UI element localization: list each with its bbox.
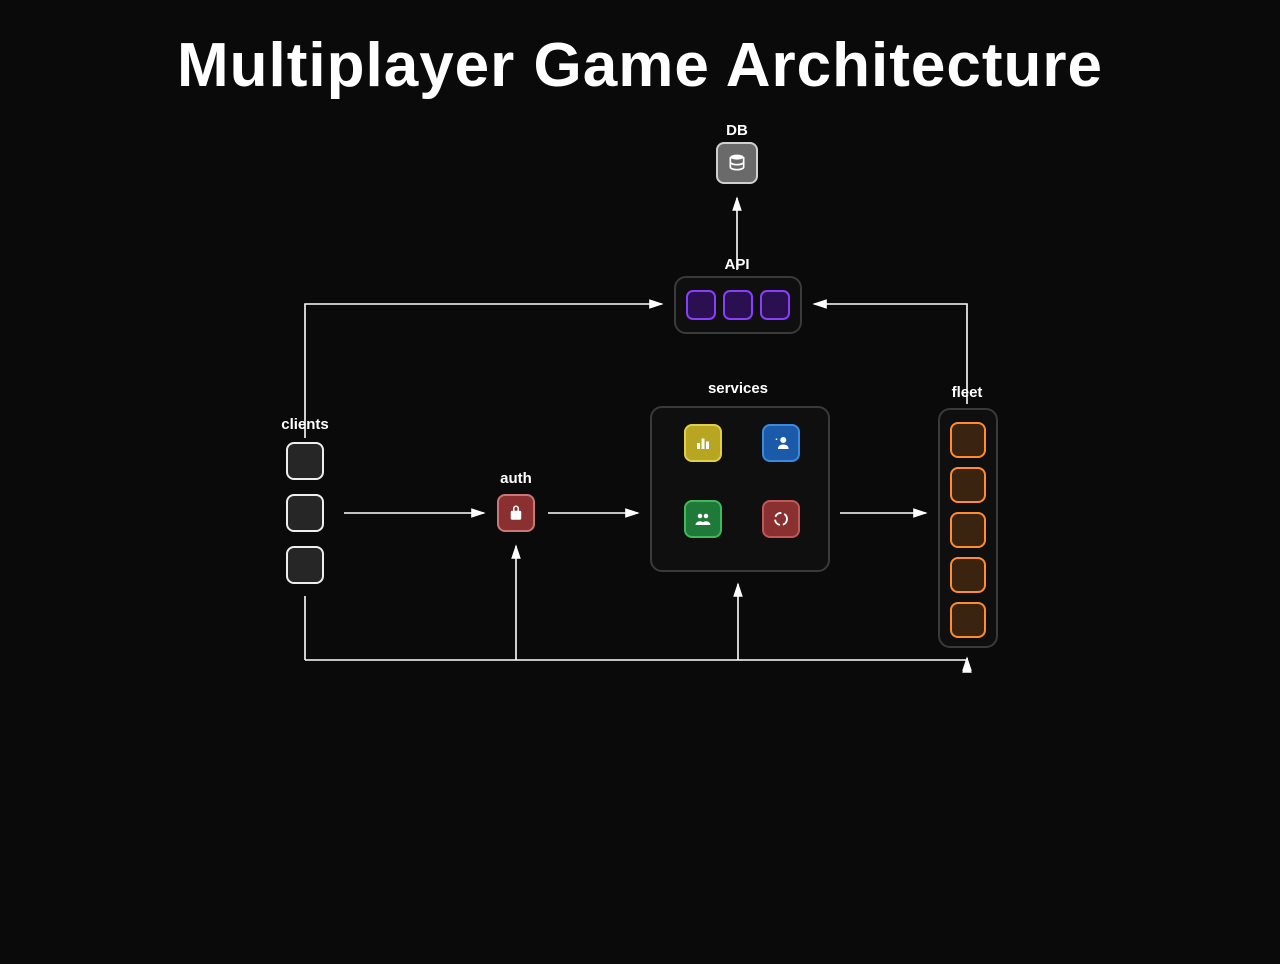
client-instance — [286, 546, 324, 584]
client-instance — [286, 494, 324, 532]
arrows-layer — [0, 0, 1280, 720]
services-group: leaderboard friends matchmaking analytic… — [650, 406, 830, 572]
clients-label: clients — [270, 416, 340, 433]
service-friends — [762, 424, 800, 462]
fleet-group — [938, 408, 998, 648]
auth-node — [497, 494, 535, 532]
api-label: API — [710, 256, 764, 273]
db-label: DB — [716, 122, 758, 139]
service-analytics — [762, 500, 800, 538]
friends-icon — [772, 434, 790, 452]
services-label: services — [700, 380, 776, 397]
fleet-instance — [950, 557, 986, 593]
client-instance — [286, 442, 324, 480]
api-instance — [760, 290, 790, 320]
edge-clients-api — [305, 304, 662, 438]
service-matchmaking — [684, 500, 722, 538]
fleet-instance — [950, 602, 986, 638]
api-instance — [686, 290, 716, 320]
fleet-instance — [950, 467, 986, 503]
fleet-instance — [950, 422, 986, 458]
chart-icon — [694, 434, 712, 452]
database-icon — [727, 153, 747, 173]
service-leaderboard — [684, 424, 722, 462]
api-group — [674, 276, 802, 334]
fleet-instance — [950, 512, 986, 548]
api-instance — [723, 290, 753, 320]
analytics-icon — [772, 510, 790, 528]
auth-label: auth — [494, 470, 538, 487]
group-icon — [694, 510, 712, 528]
db-node — [716, 142, 758, 184]
diagram-title: Multiplayer Game Architecture — [0, 30, 1280, 101]
fleet-label: fleet — [940, 384, 994, 401]
lock-icon — [507, 504, 525, 522]
